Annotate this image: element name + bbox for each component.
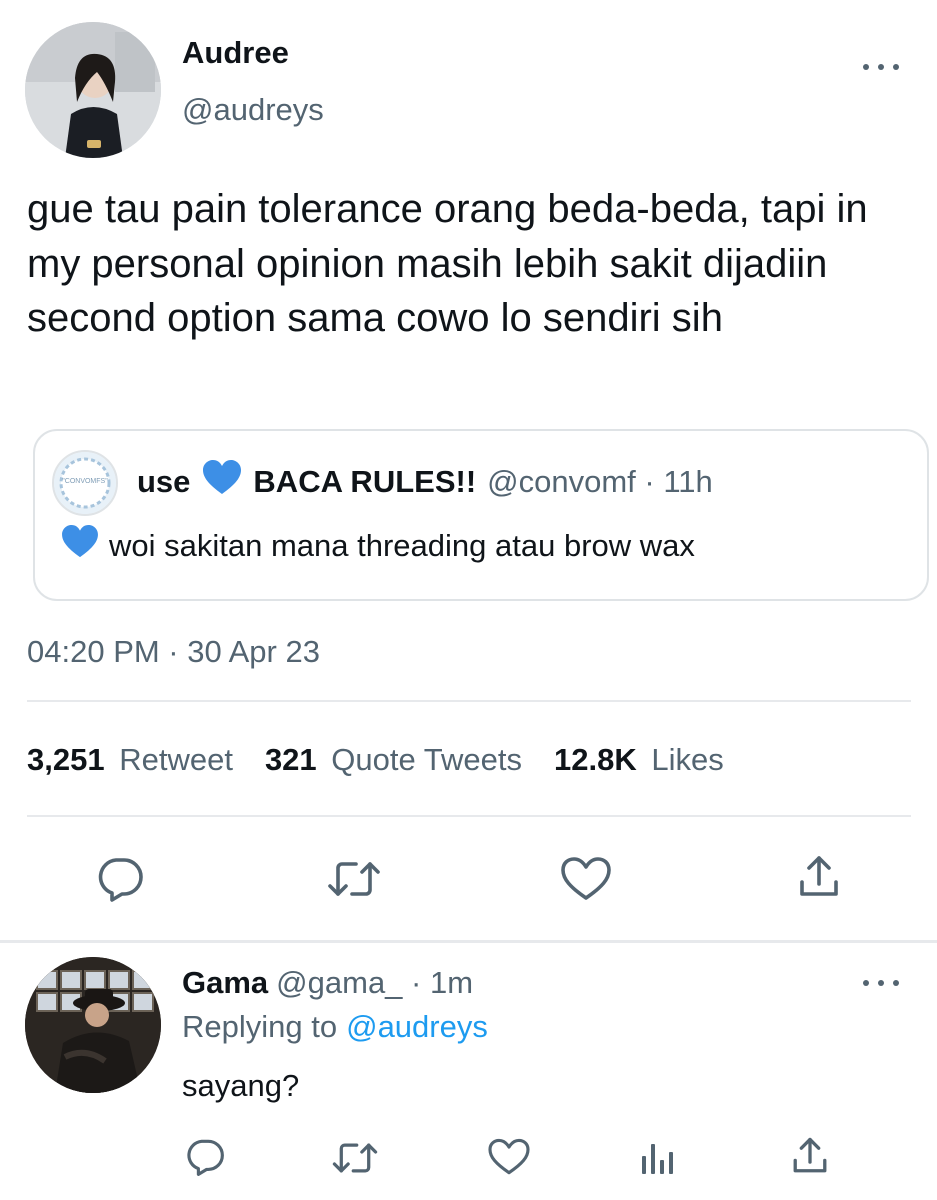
author-name[interactable]: Audree xyxy=(182,33,289,73)
retweet-icon[interactable] xyxy=(331,1140,379,1176)
reply-avatar[interactable] xyxy=(25,957,161,1093)
replying-to-label: Replying to xyxy=(182,1009,338,1044)
reply-header[interactable]: Gama @gama_ · 1m xyxy=(182,963,473,1003)
quoted-tweet-card[interactable] xyxy=(33,429,929,601)
retweets-label: Retweet xyxy=(119,742,233,777)
reply-text: sayang? xyxy=(182,1068,300,1103)
replying-to-handle[interactable]: @audreys xyxy=(346,1009,488,1045)
quoted-author[interactable]: use BACA RULES!! @convomf · 11h xyxy=(137,460,713,504)
section-divider xyxy=(0,940,937,943)
likes-stat[interactable]: 12.8K Likes xyxy=(554,742,724,778)
quoted-avatar-text: "CONVOMFS" xyxy=(62,478,108,485)
author-avatar-photo xyxy=(25,22,161,158)
quoted-name-suffix: BACA RULES!! xyxy=(253,464,477,499)
like-icon[interactable] xyxy=(560,856,612,902)
reply-more-options-icon[interactable] xyxy=(863,977,899,989)
blue-heart-icon xyxy=(202,460,242,504)
divider xyxy=(27,815,911,817)
reply-icon[interactable] xyxy=(185,1138,225,1176)
share-icon[interactable] xyxy=(790,1136,830,1176)
quotes-count: 321 xyxy=(264,742,317,777)
quoted-name-prefix: use xyxy=(137,464,191,499)
more-options-icon[interactable] xyxy=(863,61,899,73)
reply-icon[interactable] xyxy=(96,856,144,902)
divider xyxy=(27,700,911,702)
quoted-text: woi sakitan mana threading atau brow wax xyxy=(109,528,695,563)
like-icon[interactable] xyxy=(487,1138,531,1176)
share-icon[interactable] xyxy=(796,854,842,900)
author-avatar[interactable] xyxy=(25,22,161,158)
quotes-label: Quote Tweets xyxy=(331,742,523,777)
blue-heart-icon xyxy=(61,525,99,567)
quoted-handle-time: @convomf · 11h xyxy=(487,464,713,499)
quoted-avatar[interactable]: "CONVOMFS" xyxy=(52,450,118,516)
quoted-text-row: woi sakitan mana threading atau brow wax xyxy=(61,525,695,567)
likes-label: Likes xyxy=(651,742,724,777)
replying-to: Replying to @audreys xyxy=(182,1007,488,1047)
author-handle[interactable]: @audreys xyxy=(182,90,324,130)
tweet-stats: 3,251 Retweet 321 Quote Tweets 12.8K Lik… xyxy=(27,740,724,780)
reply-avatar-photo xyxy=(25,957,161,1093)
quotes-stat[interactable]: 321 Quote Tweets xyxy=(265,742,522,778)
retweet-icon[interactable] xyxy=(326,858,382,900)
retweets-stat[interactable]: 3,251 Retweet xyxy=(27,742,233,778)
reply-handle-time: @gama_ · 1m xyxy=(276,965,474,1000)
tweet-text: gue tau pain tolerance orang beda-beda, … xyxy=(27,187,868,340)
retweets-count: 3,251 xyxy=(27,742,105,777)
tweet-timestamp[interactable]: 04:20 PM · 30 Apr 23 xyxy=(27,632,320,672)
reply-author-name: Gama xyxy=(182,965,269,1000)
likes-count: 12.8K xyxy=(554,742,637,777)
analytics-icon[interactable] xyxy=(640,1140,676,1176)
